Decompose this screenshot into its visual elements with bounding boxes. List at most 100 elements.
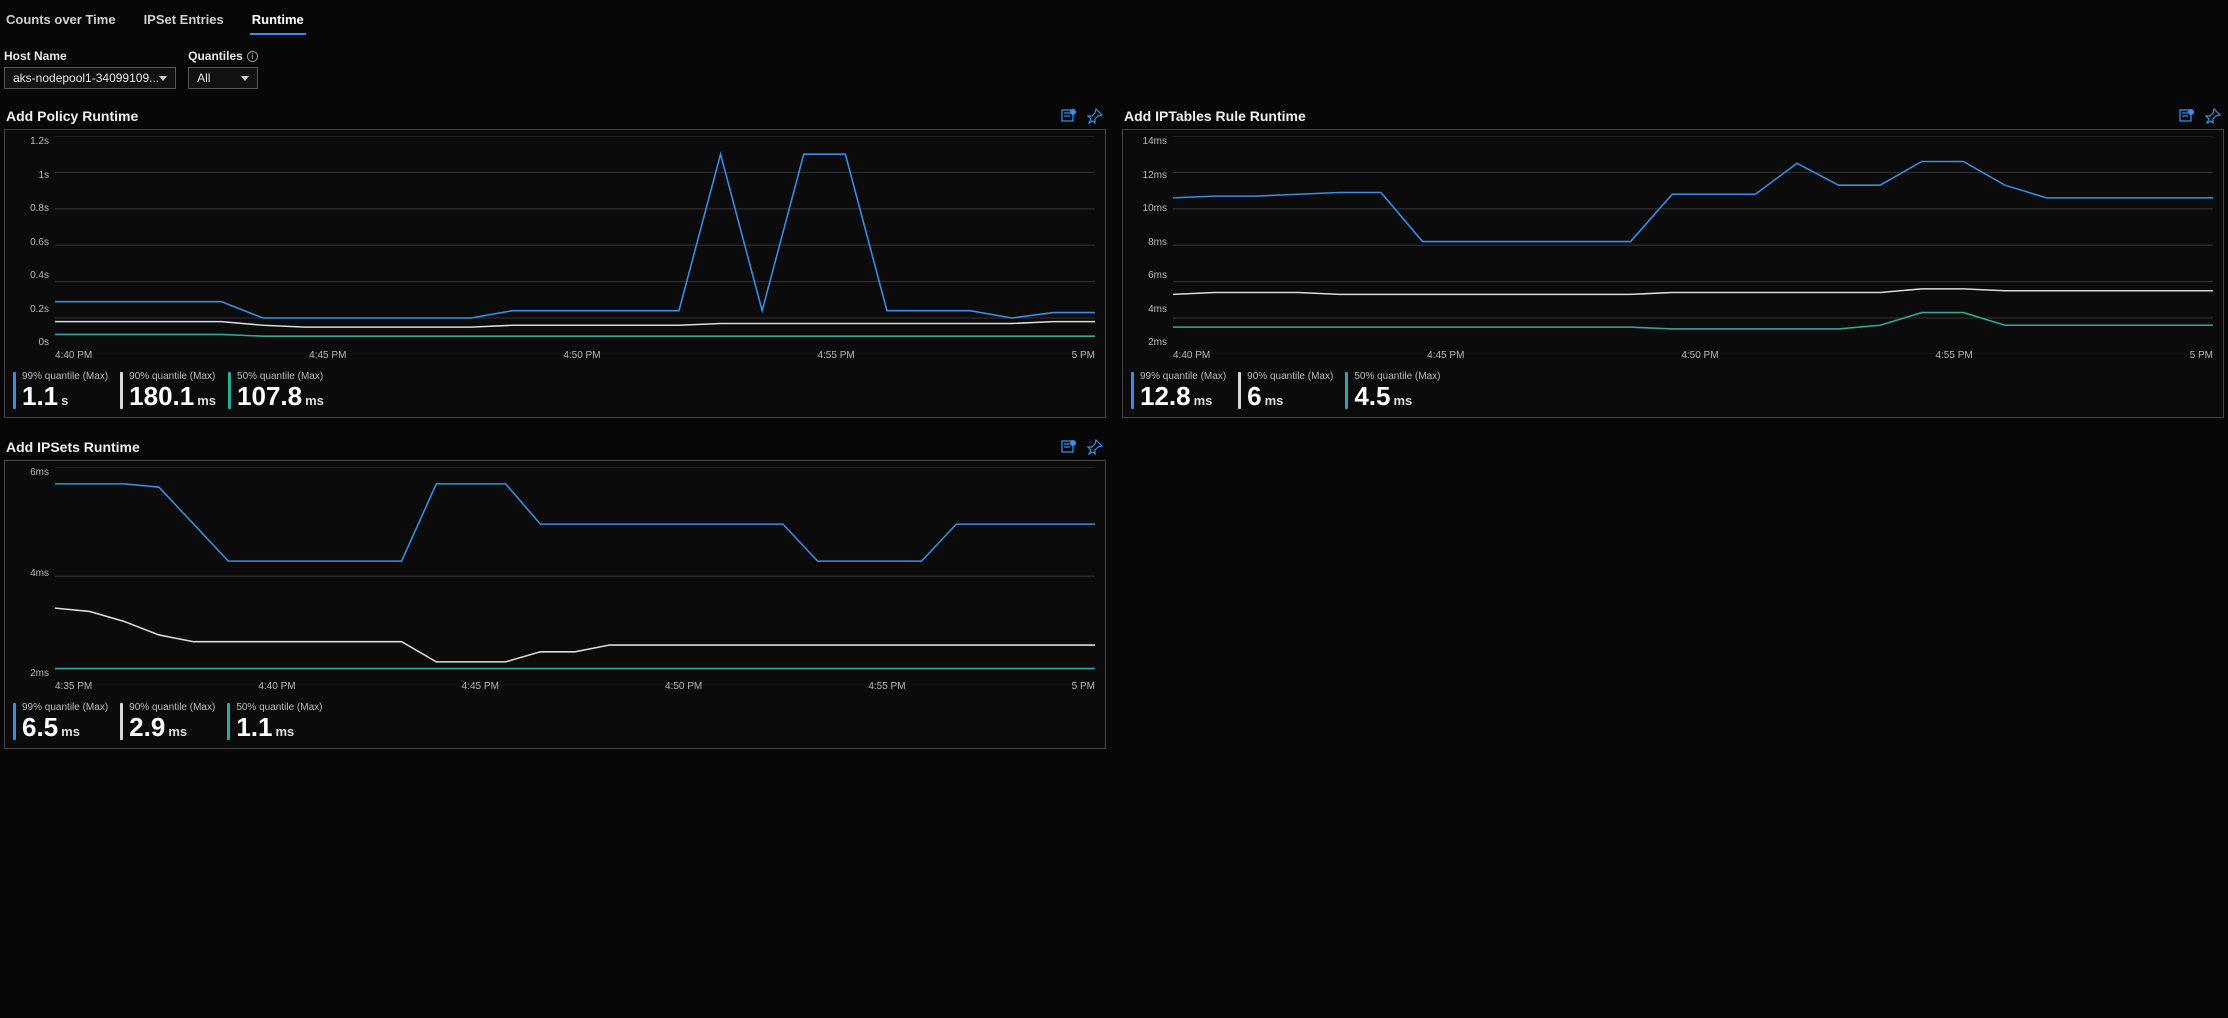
- chart-frame: 1.2s1s0.8s0.6s0.4s0.2s0s4:40 PM4:45 PM4:…: [4, 129, 1106, 418]
- metric-number: 1.1: [22, 383, 58, 409]
- metrics-row: 99% quantile (Max)1.1s 90% quantile (Max)…: [5, 366, 1105, 417]
- chart-frame: 6ms4ms2ms4:35 PM4:40 PM4:45 PM4:50 PM4:5…: [4, 460, 1106, 749]
- logs-icon[interactable]: [1060, 107, 1078, 125]
- tab-counts-over-time[interactable]: Counts over Time: [4, 8, 118, 35]
- metric-number: 12.8: [1140, 383, 1191, 409]
- metric-q90[interactable]: 90% quantile (Max)180.1ms: [120, 372, 226, 409]
- tab-runtime[interactable]: Runtime: [250, 8, 306, 35]
- pin-icon[interactable]: [2204, 107, 2222, 125]
- panel-actions: [2178, 107, 2222, 125]
- y-tick: 8ms: [1131, 237, 1167, 248]
- tab-ipset-entries[interactable]: IPSet Entries: [142, 8, 226, 35]
- hostname-dropdown-value: aks-nodepool1-34099109...: [13, 71, 159, 85]
- series-q99: [55, 484, 1095, 561]
- chart-plot[interactable]: 6ms4ms2ms4:35 PM4:40 PM4:45 PM4:50 PM4:5…: [13, 467, 1097, 697]
- pin-icon[interactable]: [1086, 107, 1104, 125]
- chart-plot[interactable]: 14ms12ms10ms8ms6ms4ms2ms4:40 PM4:45 PM4:…: [1131, 136, 2215, 366]
- chart-plot[interactable]: 1.2s1s0.8s0.6s0.4s0.2s0s4:40 PM4:45 PM4:…: [13, 136, 1097, 366]
- logs-icon[interactable]: [1060, 438, 1078, 456]
- metric-color-bar: [1131, 372, 1134, 409]
- metric-value: 180.1ms: [129, 383, 216, 409]
- metrics-row: 99% quantile (Max)12.8ms 90% quantile (Ma…: [1123, 366, 2223, 417]
- metric-text: 50% quantile (Max)107.8ms: [237, 372, 324, 409]
- y-tick: 0.8s: [13, 203, 49, 214]
- metric-unit: s: [61, 394, 68, 407]
- y-tick: 0.6s: [13, 237, 49, 248]
- metric-value: 12.8ms: [1140, 383, 1226, 409]
- metric-q99[interactable]: 99% quantile (Max)12.8ms: [1131, 372, 1236, 409]
- filter-row: Host Name aks-nodepool1-34099109... Quan…: [0, 35, 2228, 95]
- tab-bar: Counts over Time IPSet Entries Runtime: [0, 0, 2228, 35]
- quantiles-dropdown[interactable]: All: [188, 67, 258, 89]
- chart-svg: [55, 467, 1095, 685]
- panel-header: Add Policy Runtime: [4, 103, 1106, 129]
- y-axis-labels: 14ms12ms10ms8ms6ms4ms2ms: [1131, 136, 1171, 348]
- metric-q99[interactable]: 99% quantile (Max)6.5ms: [13, 703, 118, 740]
- y-tick: 4ms: [13, 568, 49, 579]
- metric-unit: ms: [1393, 394, 1412, 407]
- metric-number: 2.9: [129, 714, 165, 740]
- metric-value: 107.8ms: [237, 383, 324, 409]
- chevron-down-icon: [159, 76, 167, 81]
- pin-icon[interactable]: [1086, 438, 1104, 456]
- series-q50: [55, 334, 1095, 336]
- metric-q90[interactable]: 90% quantile (Max)6ms: [1238, 372, 1343, 409]
- info-icon[interactable]: i: [247, 51, 258, 62]
- metric-number: 180.1: [129, 383, 194, 409]
- chart-frame: 14ms12ms10ms8ms6ms4ms2ms4:40 PM4:45 PM4:…: [1122, 129, 2224, 418]
- y-tick: 0s: [13, 337, 49, 348]
- metric-q50[interactable]: 50% quantile (Max)4.5ms: [1345, 372, 1450, 409]
- chart-grid: Add Policy Runtime1.2s1s0.8s0.6s0.4s0.2s…: [0, 95, 2228, 757]
- metric-color-bar: [120, 372, 123, 409]
- hostname-dropdown[interactable]: aks-nodepool1-34099109...: [4, 67, 176, 89]
- metric-text: 99% quantile (Max)1.1s: [22, 372, 108, 409]
- metric-unit: ms: [197, 394, 216, 407]
- metric-color-bar: [227, 703, 230, 740]
- panel-header: Add IPSets Runtime: [4, 434, 1106, 460]
- metric-text: 99% quantile (Max)12.8ms: [1140, 372, 1226, 409]
- metric-q99[interactable]: 99% quantile (Max)1.1s: [13, 372, 118, 409]
- metric-number: 1.1: [236, 714, 272, 740]
- panel-title: Add Policy Runtime: [6, 108, 138, 124]
- quantiles-dropdown-value: All: [197, 71, 210, 85]
- y-tick: 6ms: [13, 467, 49, 478]
- metric-q50[interactable]: 50% quantile (Max)107.8ms: [228, 372, 334, 409]
- metric-number: 4.5: [1354, 383, 1390, 409]
- metric-value: 2.9ms: [129, 714, 215, 740]
- panel-actions: [1060, 438, 1104, 456]
- y-tick: 12ms: [1131, 170, 1167, 181]
- series-q90: [55, 322, 1095, 328]
- y-axis-labels: 1.2s1s0.8s0.6s0.4s0.2s0s: [13, 136, 53, 348]
- metrics-row: 99% quantile (Max)6.5ms90% quantile (Max…: [5, 697, 1105, 748]
- y-tick: 1.2s: [13, 136, 49, 147]
- metric-color-bar: [13, 703, 16, 740]
- filter-quantiles-label: Quantiles i: [188, 49, 258, 63]
- panel-title: Add IPSets Runtime: [6, 439, 140, 455]
- y-tick: 10ms: [1131, 203, 1167, 214]
- filter-hostname-label: Host Name: [4, 49, 176, 63]
- metric-q90[interactable]: 90% quantile (Max)2.9ms: [120, 703, 225, 740]
- metric-text: 50% quantile (Max)4.5ms: [1354, 372, 1440, 409]
- y-tick: 14ms: [1131, 136, 1167, 147]
- metric-number: 107.8: [237, 383, 302, 409]
- filter-quantiles: Quantiles i All: [188, 49, 258, 89]
- logs-icon[interactable]: [2178, 107, 2196, 125]
- chart-svg: [1173, 136, 2213, 354]
- filter-quantiles-label-text: Quantiles: [188, 49, 243, 63]
- series-q90: [55, 608, 1095, 662]
- y-tick: 1s: [13, 170, 49, 181]
- metric-value: 6ms: [1247, 383, 1333, 409]
- panel-add_policy: Add Policy Runtime1.2s1s0.8s0.6s0.4s0.2s…: [4, 103, 1106, 418]
- metric-value: 1.1ms: [236, 714, 322, 740]
- metric-q50[interactable]: 50% quantile (Max)1.1ms: [227, 703, 332, 740]
- metric-unit: ms: [305, 394, 324, 407]
- metric-unit: ms: [168, 725, 187, 738]
- metric-number: 6: [1247, 383, 1261, 409]
- filter-hostname: Host Name aks-nodepool1-34099109...: [4, 49, 176, 89]
- metric-unit: ms: [61, 725, 80, 738]
- chevron-down-icon: [241, 76, 249, 81]
- panel-header: Add IPTables Rule Runtime: [1122, 103, 2224, 129]
- panel-add_iptables: Add IPTables Rule Runtime 14ms 12ms 10ms 8ms…: [1122, 103, 2224, 418]
- y-tick: 2ms: [1131, 337, 1167, 348]
- metric-unit: ms: [275, 725, 294, 738]
